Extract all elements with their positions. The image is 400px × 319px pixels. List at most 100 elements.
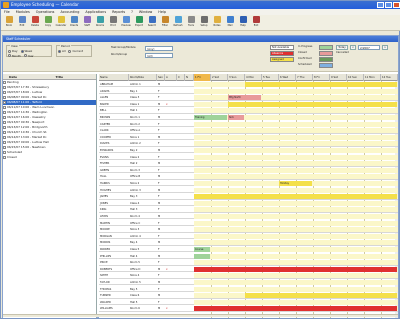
day-header[interactable]: 8 Fri bbox=[313, 74, 330, 81]
calendar-row-background[interactable] bbox=[194, 161, 398, 167]
tree-item[interactable]: Closed bbox=[3, 155, 96, 160]
day-header[interactable]: 10 Sun bbox=[347, 74, 364, 81]
toolbar-button-staff[interactable]: Staff bbox=[81, 15, 93, 30]
table-row[interactable]: MORGAN Admin 4 F bbox=[99, 233, 398, 240]
grid-header-sex[interactable]: Sex bbox=[157, 74, 165, 81]
table-row[interactable]: EVANS Class 2 F bbox=[99, 154, 398, 160]
toolbar-button-refresh[interactable]: Refresh bbox=[172, 15, 184, 30]
calendar-row-background[interactable] bbox=[194, 286, 398, 292]
toolbar-button-edit[interactable]: Edit bbox=[16, 15, 28, 30]
day-header[interactable]: 6 Wed bbox=[279, 74, 296, 81]
table-row[interactable]: CARTER Room 2 F bbox=[99, 121, 398, 127]
expand-icon[interactable] bbox=[3, 151, 6, 154]
toolbar-button-filter[interactable]: Filter bbox=[159, 15, 171, 30]
calendar-row-background[interactable] bbox=[194, 141, 398, 147]
table-row[interactable]: PHILLIPS Hall 4 M bbox=[99, 253, 398, 259]
grid-header-c[interactable]: C bbox=[177, 74, 185, 81]
schedule-bar[interactable] bbox=[194, 306, 397, 312]
expand-icon[interactable] bbox=[3, 111, 6, 114]
calendar-row-background[interactable] bbox=[194, 227, 398, 233]
table-row[interactable]: WALKER Hall 5 F bbox=[99, 299, 398, 306]
toolbar-button-copy[interactable]: Copy bbox=[42, 15, 54, 30]
calendar-row-background[interactable] bbox=[194, 174, 398, 180]
table-row[interactable]: LEWIS Room 4 M bbox=[99, 214, 398, 220]
table-row[interactable]: TURNER Class 6 M bbox=[99, 293, 398, 299]
expand-icon[interactable] bbox=[3, 121, 6, 124]
calendar-row-background[interactable] bbox=[194, 154, 398, 160]
schedule-bar[interactable]: Sick bbox=[228, 115, 244, 120]
toolbar-button-delete[interactable]: Delete bbox=[29, 15, 41, 30]
schedule-bar[interactable]: Mtg North bbox=[228, 95, 261, 101]
day-header[interactable]: 3 Sun bbox=[228, 74, 245, 81]
table-row[interactable]: THOMAS Bay 5 F bbox=[99, 286, 398, 292]
day-header[interactable]: 4 Mon bbox=[245, 74, 262, 81]
calendar-row-background[interactable] bbox=[194, 260, 398, 266]
day-header[interactable]: 12 Tue bbox=[381, 74, 398, 81]
table-row[interactable]: HARRIS Store 2 F Holiday bbox=[99, 181, 398, 187]
table-row[interactable]: BROWN Room 1 M Training Sick bbox=[99, 115, 398, 121]
table-row[interactable]: DAVIES Admin 2 F bbox=[99, 141, 398, 147]
calendar-row-background[interactable] bbox=[194, 247, 398, 252]
calendar-row-background[interactable] bbox=[194, 134, 398, 140]
period-radio-current[interactable]: Current bbox=[68, 49, 83, 53]
table-row[interactable]: ABRAHAM Admin 1 M bbox=[99, 82, 398, 88]
toolbar-button-export[interactable]: Export bbox=[133, 15, 145, 30]
expand-icon[interactable] bbox=[3, 146, 6, 149]
table-row[interactable]: GREEN Room 3 F bbox=[99, 167, 398, 174]
schedule-bar[interactable]: Holiday bbox=[279, 181, 312, 186]
day-header[interactable]: 5 Tue bbox=[262, 74, 279, 81]
calendar-row-background[interactable] bbox=[194, 187, 398, 193]
table-row[interactable]: BAKER Class 1 Mx bbox=[99, 101, 398, 108]
expand-icon[interactable] bbox=[3, 116, 6, 119]
table-row[interactable]: HALL Office B M bbox=[99, 174, 398, 180]
toolbar-button-notes[interactable]: Notes bbox=[211, 15, 223, 30]
calendar-row-background[interactable] bbox=[194, 240, 398, 246]
toolbar-button-exit[interactable]: Exit bbox=[250, 15, 262, 30]
expand-icon[interactable] bbox=[3, 156, 6, 159]
expand-icon[interactable] bbox=[3, 81, 6, 84]
room-select[interactable]: (All) bbox=[145, 53, 173, 58]
calendar-row-background[interactable] bbox=[194, 214, 398, 219]
grid-header-a[interactable]: A bbox=[165, 74, 177, 81]
day-header[interactable]: 7 Thu bbox=[296, 74, 313, 81]
table-row[interactable]: PRICE Room 5 F bbox=[99, 260, 398, 266]
expand-icon[interactable] bbox=[3, 131, 6, 134]
day-header[interactable]: 2 Sat bbox=[211, 74, 228, 81]
expand-icon[interactable] bbox=[3, 106, 6, 109]
table-row[interactable]: SMITH Store 4 F bbox=[99, 273, 398, 279]
calendar-row-background[interactable] bbox=[194, 108, 398, 114]
table-row[interactable]: MARTIN Office C F bbox=[99, 220, 398, 226]
maximize-button[interactable] bbox=[385, 2, 392, 8]
close-button[interactable] bbox=[393, 2, 400, 8]
toolbar-button-mail[interactable]: Mail bbox=[224, 15, 236, 30]
schedule-bar[interactable] bbox=[194, 253, 210, 259]
table-row[interactable]: CLARK Office A F bbox=[99, 128, 398, 134]
calendar-row-background[interactable] bbox=[194, 299, 398, 305]
toolbar-button-search[interactable]: Search bbox=[146, 15, 158, 30]
toolbar-button-help[interactable]: Help bbox=[237, 15, 249, 30]
table-row[interactable]: ADAMS Bay 1 F bbox=[99, 88, 398, 94]
schedule-bar[interactable] bbox=[194, 194, 397, 200]
calendar-row-background[interactable] bbox=[194, 88, 398, 94]
toolbar-button-book[interactable]: Book bbox=[3, 15, 15, 30]
task-select[interactable]: (Any) bbox=[145, 46, 173, 51]
today-button[interactable]: Today bbox=[336, 45, 348, 50]
grid-header-name[interactable]: Name bbox=[99, 74, 129, 81]
table-row[interactable]: PARKER Class 5 F Course bbox=[99, 247, 398, 253]
calendar-row-background[interactable] bbox=[194, 220, 398, 226]
expand-icon[interactable] bbox=[3, 101, 6, 104]
day-header[interactable]: 9 Sat bbox=[330, 74, 347, 81]
calendar-row-background[interactable] bbox=[194, 273, 398, 279]
next-button[interactable]: > bbox=[382, 45, 388, 50]
table-row[interactable]: JAMES Bay 3 F bbox=[99, 194, 398, 200]
table-row[interactable]: JONES Class 4 M bbox=[99, 200, 398, 207]
expand-icon[interactable] bbox=[3, 136, 6, 139]
minimize-button[interactable] bbox=[377, 2, 384, 8]
table-row[interactable]: ALLEN Class 3 F Mtg North bbox=[99, 95, 398, 101]
calendar-row-background[interactable] bbox=[194, 148, 398, 153]
prev-button[interactable]: < bbox=[350, 45, 356, 50]
view-radio-week[interactable]: Week bbox=[20, 49, 32, 53]
day-header[interactable]: 11 Mon bbox=[364, 74, 381, 81]
expand-icon[interactable] bbox=[3, 86, 6, 89]
schedule-bar[interactable]: Training bbox=[194, 115, 227, 120]
